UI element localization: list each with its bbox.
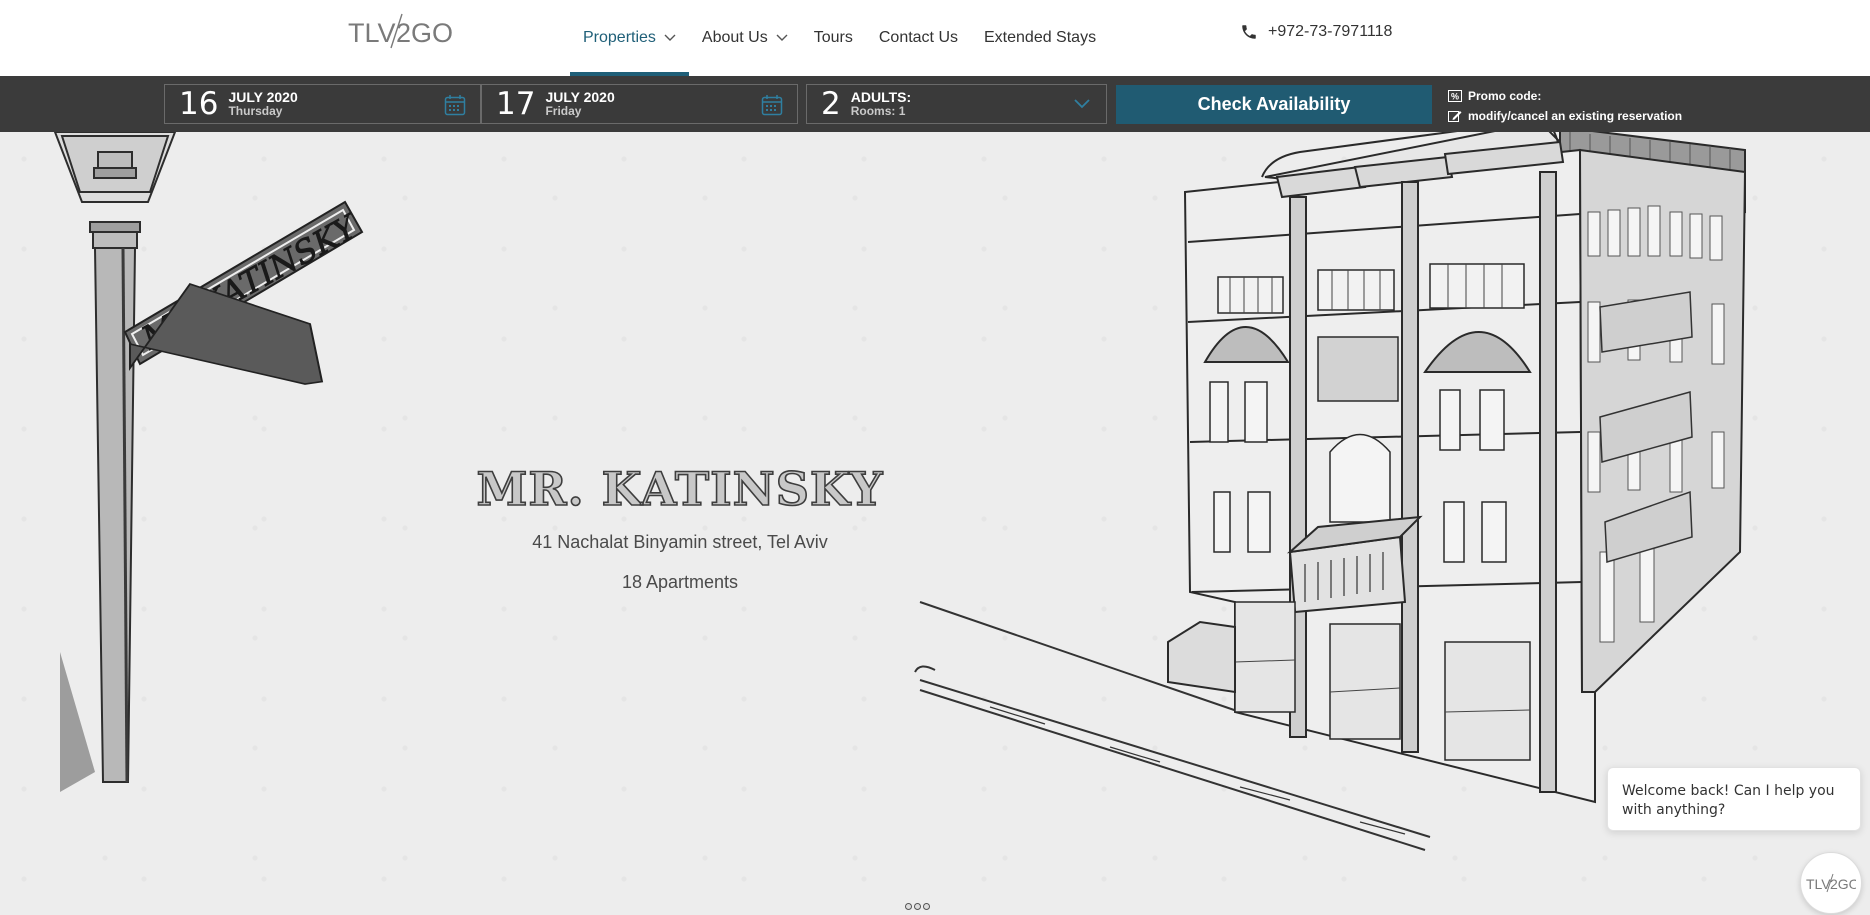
promo-code-link[interactable]: % Promo code: xyxy=(1448,86,1682,106)
logo-text-left: TLV xyxy=(348,18,396,48)
carousel-dot[interactable] xyxy=(905,903,912,910)
nav-properties[interactable]: Properties xyxy=(570,0,689,76)
checkin-month: JULY 2020 xyxy=(228,89,298,106)
checkout-day: 17 xyxy=(496,85,536,122)
site-header: TLV 2GO Properties About Us Tours Contac… xyxy=(0,0,1870,76)
guests-label: ADULTS: xyxy=(850,89,912,106)
modify-reservation-label: modify/cancel an existing reservation xyxy=(1468,109,1683,123)
phone-icon xyxy=(1242,25,1256,39)
tlv2go-logo[interactable]: TLV 2GO xyxy=(348,10,452,54)
promo-links: % Promo code: modify/cancel an existing … xyxy=(1448,86,1682,126)
nav-extended-stays[interactable]: Extended Stays xyxy=(971,0,1109,76)
phone-number: +972-73-7971118 xyxy=(1268,23,1393,40)
chevron-down-icon xyxy=(664,34,676,41)
checkout-weekday: Friday xyxy=(545,104,582,119)
checkout-date-field[interactable]: 17 JULY 2020 Friday xyxy=(481,84,798,124)
checkin-date-field[interactable]: 16 JULY 2020 Thursday xyxy=(164,84,481,124)
phone-link[interactable]: +972-73-7971118 xyxy=(1240,20,1392,44)
guests-count: 2 xyxy=(821,85,841,122)
street-sign-illustration: MR KATINSKY xyxy=(123,200,366,385)
svg-text:%: % xyxy=(1451,92,1459,102)
chat-logo-right: 2GO xyxy=(1830,876,1856,892)
checkin-weekday: Thursday xyxy=(228,104,283,119)
nav-tours[interactable]: Tours xyxy=(801,0,866,76)
chat-launcher-button[interactable]: TLV 2GO xyxy=(1800,852,1862,914)
carousel-dots xyxy=(905,903,930,910)
chevron-down-icon xyxy=(776,34,788,41)
carousel-dot[interactable] xyxy=(914,903,921,910)
apartment-count: 18 Apartments xyxy=(621,572,739,592)
hero-section: MR KATINSKY MR. KATINSKY 41 Nachalat Bin… xyxy=(0,132,1870,915)
nav-contact-us[interactable]: Contact Us xyxy=(866,0,971,76)
modify-reservation-link[interactable]: modify/cancel an existing reservation xyxy=(1448,106,1682,126)
tlv2go-logo: TLV 2GO xyxy=(1806,873,1856,893)
check-availability-button[interactable]: Check Availability xyxy=(1116,85,1432,124)
street-illustration xyxy=(914,601,1431,851)
calendar-icon xyxy=(761,95,783,116)
promo-code-label: Promo code: xyxy=(1468,89,1542,103)
checkout-month: JULY 2020 xyxy=(545,89,615,106)
hero-illustration: MR KATINSKY xyxy=(53,132,1747,851)
calendar-icon xyxy=(444,95,466,116)
carousel-dot[interactable] xyxy=(923,903,930,910)
logo-text-right: 2GO xyxy=(396,18,452,48)
main-nav: Properties About Us Tours Contact Us Ext… xyxy=(570,0,1109,76)
nav-contact-label: Contact Us xyxy=(878,29,958,46)
nav-tours-label: Tours xyxy=(813,29,853,46)
booking-bar: 16 JULY 2020 Thursday 17 JULY 2020 Frida… xyxy=(0,76,1870,132)
curb-illustration xyxy=(989,706,1406,835)
chat-welcome-bubble[interactable]: Welcome back! Can I help you with anythi… xyxy=(1607,767,1861,831)
building-illustration xyxy=(1167,132,1747,804)
guests-select[interactable]: 2 ADULTS: Rooms: 1 xyxy=(806,84,1107,124)
street-lamp-illustration xyxy=(53,132,177,792)
chevron-down-icon xyxy=(1074,99,1090,109)
nav-extended-label: Extended Stays xyxy=(984,29,1097,46)
street-sign-text: MR KATINSKY xyxy=(135,206,366,357)
checkin-day: 16 xyxy=(179,85,219,122)
chat-message: Welcome back! Can I help you with anythi… xyxy=(1622,783,1835,818)
nav-about-us[interactable]: About Us xyxy=(689,0,801,76)
percent-icon: % xyxy=(1448,90,1462,102)
edit-icon xyxy=(1448,111,1462,122)
nav-about-label: About Us xyxy=(701,29,768,46)
rooms-label: Rooms: 1 xyxy=(850,104,906,119)
hotel-title: MR. KATINSKY xyxy=(476,461,884,517)
hotel-address: 41 Nachalat Binyamin street, Tel Aviv xyxy=(532,532,828,552)
nav-properties-label: Properties xyxy=(583,29,656,46)
